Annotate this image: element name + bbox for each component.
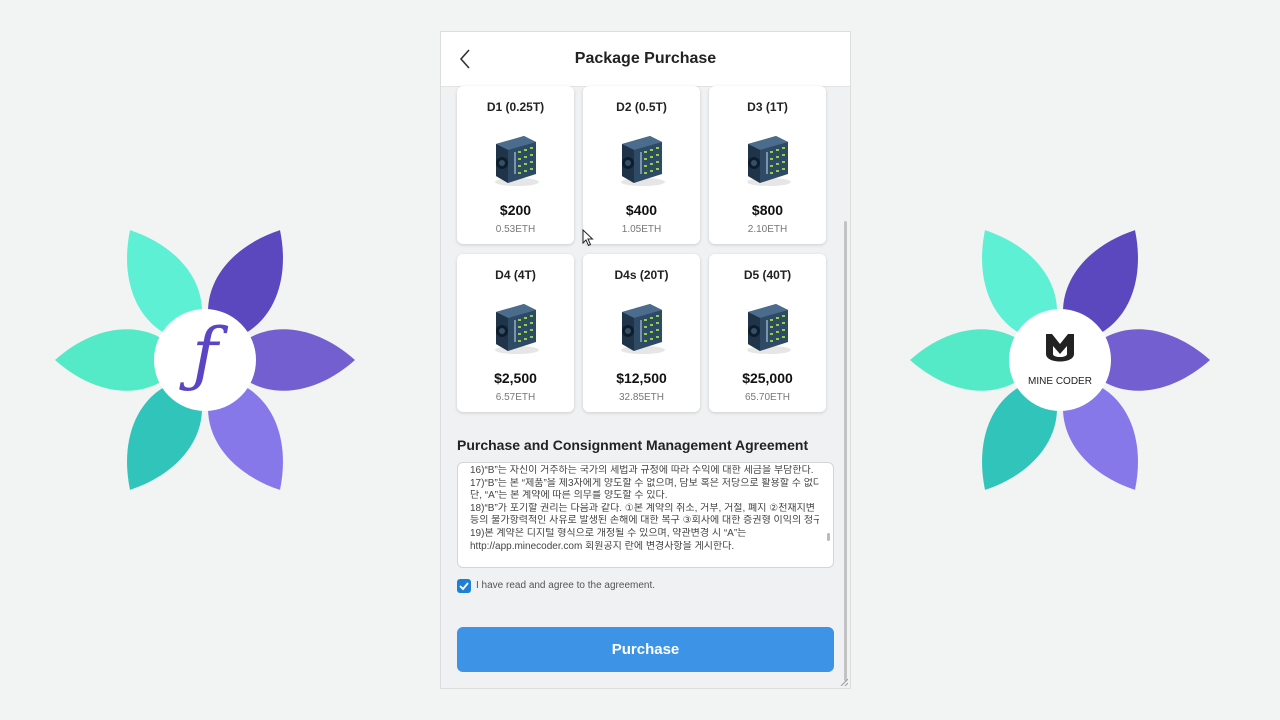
miner-server-icon [747, 136, 791, 186]
phone-frame: Package Purchase D1 (0.25T) $200 0.53ETH… [440, 31, 851, 689]
agreement-line: 등의 불가항력적인 사유로 발생된 손해에 대한 복구 ③회사에 대한 증권형 … [470, 515, 819, 527]
checkmark-icon [459, 582, 469, 591]
package-card-d3[interactable]: D3 (1T) $800 2.10ETH [709, 86, 826, 244]
package-name: D3 (1T) [747, 100, 788, 114]
package-price: $400 [625, 202, 658, 218]
agreement-line: 18)“B”가 포기할 권리는 다음과 같다. ①본 계약의 취소, 거부, 거… [470, 502, 815, 514]
app-header: Package Purchase [441, 32, 850, 87]
agreement-textbox[interactable]: 16)“B”는 자신이 거주하는 국가의 세법과 규정에 따라 수익에 대한 세… [457, 462, 834, 568]
minecoder-wordmark: MINE CODER [1028, 376, 1092, 387]
package-name: D4 (4T) [495, 268, 536, 282]
package-eth: 6.57ETH [495, 392, 536, 403]
package-eth: 65.70ETH [744, 392, 791, 403]
miner-server-icon [621, 136, 665, 186]
mouse-cursor-icon [582, 229, 594, 247]
package-card-d4s[interactable]: D4s (20T) $12,500 32.85ETH [583, 254, 700, 412]
page-scrollbar[interactable] [840, 87, 850, 688]
package-card-d5[interactable]: D5 (40T) $25,000 65.70ETH [709, 254, 826, 412]
agreement-title: Purchase and Consignment Management Agre… [457, 437, 809, 453]
miner-server-icon [495, 136, 539, 186]
package-eth: 1.05ETH [621, 224, 662, 235]
miner-server-icon [747, 304, 791, 354]
resize-grip-icon[interactable] [840, 678, 848, 686]
package-name: D5 (40T) [743, 268, 792, 282]
agreement-line: 단, “A”는 본 계약에 따른 의무를 양도할 수 있다. [470, 490, 668, 502]
package-name: D2 (0.5T) [616, 100, 667, 114]
package-price: $25,000 [742, 370, 793, 386]
minecoder-flower-logo: MINE CODER [910, 214, 1210, 506]
page-scrollbar-thumb[interactable] [844, 221, 847, 681]
package-price: $2,500 [494, 370, 537, 386]
page-title: Package Purchase [574, 50, 717, 67]
package-eth: 0.53ETH [495, 224, 536, 235]
package-eth: 32.85ETH [618, 392, 665, 403]
agree-checkbox[interactable] [457, 579, 471, 593]
package-card-d2[interactable]: D2 (0.5T) $400 1.05ETH [583, 86, 700, 244]
package-price: $12,500 [616, 370, 667, 386]
miner-server-icon [495, 304, 539, 354]
agreement-line: 17)“B”는 본 “제품”을 제3자에게 양도할 수 없으며, 담보 혹은 저… [470, 477, 819, 489]
agreement-line: 19)본 계약은 디지털 형식으로 개정될 수 있으며, 약관변경 시 “A”는 [470, 527, 747, 539]
miner-server-icon [621, 304, 665, 354]
package-name: D1 (0.25T) [486, 100, 545, 114]
package-name: D4s (20T) [614, 268, 669, 282]
filecoin-flower-logo: ƒ [55, 214, 355, 506]
package-eth: 2.10ETH [747, 224, 788, 235]
agreement-line: 16)“B”는 자신이 거주하는 국가의 세법과 규정에 따라 수익에 대한 세… [470, 465, 814, 476]
package-price: $800 [751, 202, 784, 218]
agreement-line: http://app.minecoder.com 회원공지 란에 변경사항을 게… [470, 540, 735, 552]
package-price: $200 [499, 202, 532, 218]
agreement-scrollbar[interactable] [827, 533, 830, 541]
agree-checkbox-label: I have read and agree to the agreement. [476, 580, 656, 591]
purchase-button[interactable]: Purchase [457, 627, 834, 672]
package-card-d4[interactable]: D4 (4T) $2,500 6.57ETH [457, 254, 574, 412]
package-card-d1[interactable]: D1 (0.25T) $200 0.53ETH [457, 86, 574, 244]
